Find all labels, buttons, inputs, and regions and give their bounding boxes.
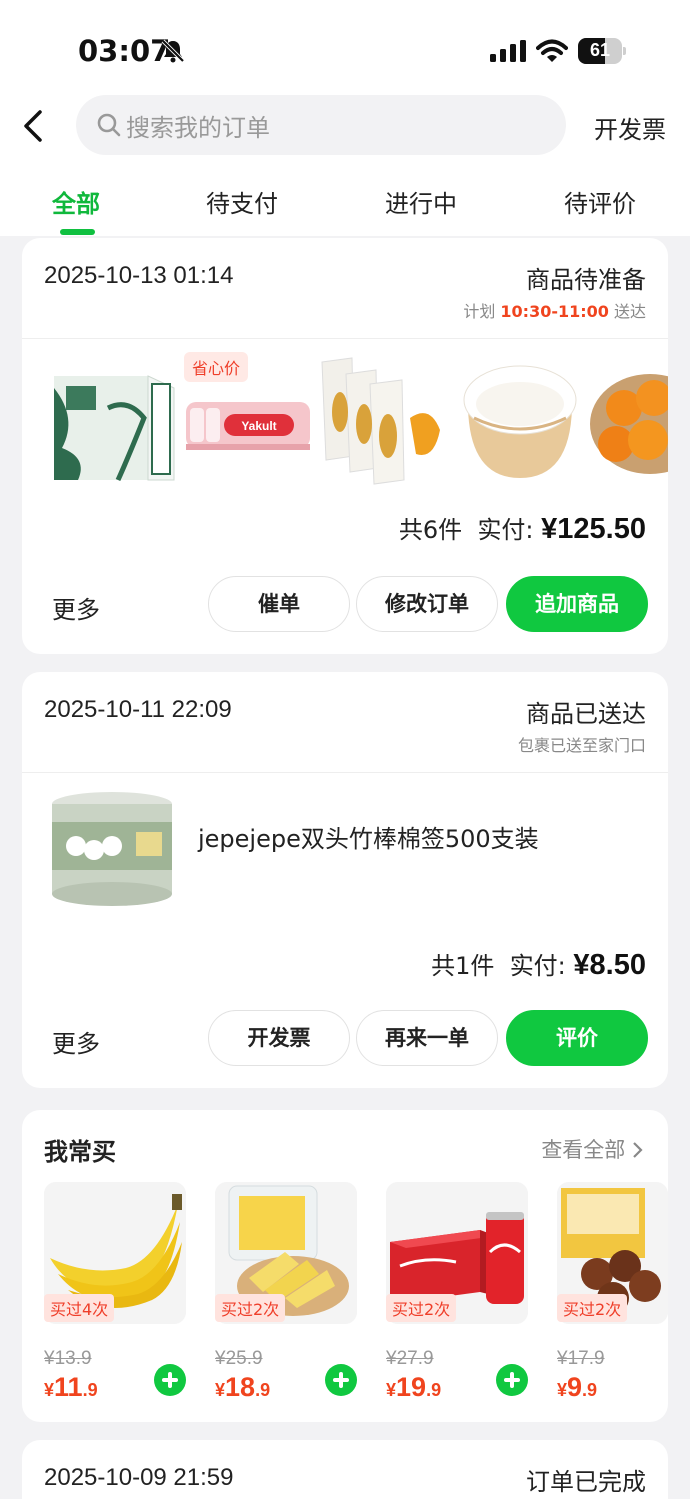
status-bar: 03:07 61 [0, 0, 690, 100]
currency-symbol: ¥ [386, 1380, 397, 1400]
add-items-button[interactable]: 追加商品 [506, 576, 648, 632]
svg-text:Yakult: Yakult [241, 419, 276, 433]
original-price: ¥27.9 [386, 1348, 434, 1369]
view-all-label: 查看全部 [541, 1138, 626, 1162]
review-button[interactable]: 评价 [506, 1010, 648, 1066]
price-integer: 19 [396, 1372, 427, 1402]
battery-cap [623, 47, 626, 55]
order-total: 共1件 实付: ¥8.50 [431, 946, 646, 982]
battery-icon: 61 [578, 38, 626, 64]
modify-order-button[interactable]: 修改订单 [356, 576, 498, 632]
sale-price: ¥18.9 [215, 1372, 270, 1403]
delivery-plan-suffix: 送达 [608, 302, 646, 321]
bought-count-badge: 买过2次 [386, 1294, 457, 1322]
currency-symbol: ¥ [215, 1380, 226, 1400]
search-placeholder: 搜索我的订单 [126, 114, 270, 142]
price-integer: 11 [54, 1372, 83, 1402]
paid-label: 实付: [509, 952, 566, 980]
sale-price: ¥11.9 [44, 1372, 98, 1403]
tab-all[interactable]: 全部 [52, 184, 100, 219]
bought-count-badge: 买过2次 [557, 1294, 628, 1322]
order-card[interactable]: 2025-10-11 22:09 商品已送达 包裹已送至家门口 jepejepe… [22, 672, 668, 1088]
section-title: 我常买 [44, 1138, 116, 1166]
search-icon [97, 113, 121, 137]
original-price: ¥13.9 [44, 1348, 92, 1369]
currency-symbol: ¥ [44, 1380, 55, 1400]
price-decimal: .9 [255, 1380, 271, 1400]
paid-amount: ¥125.50 [541, 513, 646, 545]
order-date: 2025-10-13 01:14 [44, 262, 234, 289]
price-integer: 9 [567, 1372, 583, 1402]
delivery-note: 包裹已送至家门口 [517, 736, 646, 755]
product-thumb-oranges [590, 374, 668, 474]
bought-count-badge: 买过2次 [215, 1294, 286, 1322]
order-date: 2025-10-11 22:09 [44, 696, 232, 723]
chevron-right-icon [633, 1142, 643, 1158]
order-status: 商品已送达 [526, 700, 646, 728]
product-thumb-pastry [463, 365, 577, 478]
sale-price: ¥9.9 [557, 1372, 597, 1403]
order-total: 共6件 实付: ¥125.50 [399, 510, 646, 546]
order-card[interactable]: 2025-10-13 01:14 商品待准备 计划 10:30-11:00 送达… [22, 238, 668, 654]
view-all-link[interactable]: 查看全部 [541, 1134, 644, 1164]
tab-pending-payment[interactable]: 待支付 [206, 184, 278, 219]
divider [22, 338, 668, 339]
divider [22, 772, 668, 773]
paid-label: 实付: [477, 516, 534, 544]
more-link[interactable]: 更多 [52, 590, 100, 625]
active-tab-indicator [60, 229, 95, 235]
order-status: 订单已完成 [526, 1468, 646, 1496]
tab-in-progress[interactable]: 进行中 [385, 184, 457, 219]
order-status: 商品待准备 [526, 266, 646, 294]
status-time: 03:07 [78, 34, 171, 68]
delivery-plan: 计划 10:30-11:00 送达 [463, 298, 646, 322]
currency-symbol: ¥ [557, 1380, 568, 1400]
frequent-item[interactable]: 买过2次 ¥17.9 ¥9.9 [557, 1182, 668, 1402]
product-thumb-cotton-swabs [52, 792, 172, 906]
add-to-cart-icon[interactable] [154, 1364, 186, 1396]
frequent-item[interactable]: 买过2次 ¥25.9 ¥18.9 [215, 1182, 357, 1402]
order-card[interactable]: 2025-10-09 21:59 订单已完成 [22, 1440, 668, 1499]
sale-price: ¥19.9 [386, 1372, 441, 1403]
urge-order-button[interactable]: 催单 [208, 576, 350, 632]
original-price: ¥17.9 [557, 1348, 605, 1369]
add-to-cart-icon[interactable] [496, 1364, 528, 1396]
invoice-link[interactable]: 开发票 [594, 110, 666, 145]
product-thumb-snack-bars [321, 357, 440, 485]
back-arrow-icon[interactable] [18, 106, 48, 146]
frequent-item[interactable]: 买过2次 ¥27.9 ¥19.9 [386, 1182, 528, 1402]
paid-amount: ¥8.50 [573, 949, 646, 981]
price-decimal: .9 [426, 1380, 442, 1400]
top-bar: 03:07 61 搜索我的订单 开发票 全部 待支付 进行中 待评价 [0, 0, 690, 236]
order-date: 2025-10-09 21:59 [44, 1464, 234, 1491]
battery-percent: 61 [589, 40, 611, 60]
cellular-signal-icon [490, 40, 526, 62]
delivery-window: 10:30-11:00 [500, 302, 609, 321]
product-name: jepejepe双头竹棒棉签500支装 [198, 825, 539, 853]
reorder-button[interactable]: 再来一单 [356, 1010, 498, 1066]
frequently-bought-card: 我常买 查看全部 买过4次 ¥13.9 ¥11.9 买过2次 ¥25.9 ¥18… [22, 1110, 668, 1422]
original-price: ¥25.9 [215, 1348, 263, 1369]
frequent-item[interactable]: 买过4次 ¥13.9 ¥11.9 [44, 1182, 186, 1402]
price-decimal: .9 [82, 1380, 98, 1400]
item-count: 共6件 [398, 516, 463, 544]
product-thumb-milk [54, 375, 175, 482]
add-to-cart-icon[interactable] [325, 1364, 357, 1396]
more-link[interactable]: 更多 [52, 1024, 100, 1059]
search-input[interactable]: 搜索我的订单 [76, 95, 566, 155]
tab-pending-review[interactable]: 待评价 [564, 184, 636, 219]
bought-count-badge: 买过4次 [44, 1294, 115, 1322]
value-price-badge: 省心价 [184, 352, 249, 382]
bell-muted-icon [161, 39, 185, 63]
invoice-button[interactable]: 开发票 [208, 1010, 350, 1066]
delivery-plan-prefix: 计划 [463, 302, 501, 321]
price-decimal: .9 [582, 1380, 598, 1400]
wifi-icon [536, 39, 568, 62]
price-integer: 18 [225, 1372, 256, 1402]
item-count: 共1件 [431, 952, 495, 980]
